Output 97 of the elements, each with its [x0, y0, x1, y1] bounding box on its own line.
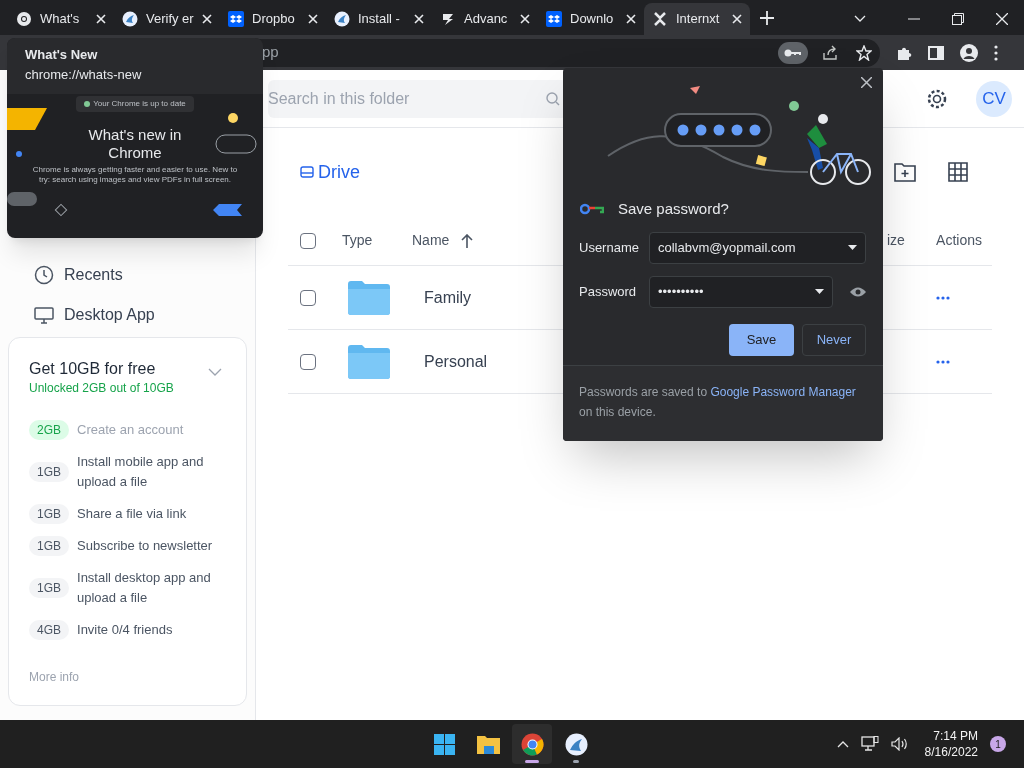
- promo-subtitle: Unlocked 2GB out of 10GB: [29, 380, 174, 396]
- eye-icon[interactable]: [850, 286, 866, 297]
- search-icon: [546, 91, 560, 106]
- network-icon[interactable]: [860, 736, 879, 752]
- restore-icon[interactable]: [952, 13, 964, 25]
- box-icon: [228, 11, 244, 27]
- password-manager-link[interactable]: Google Password Manager: [710, 385, 856, 399]
- x-icon: [652, 11, 668, 27]
- user-avatar[interactable]: CV: [976, 80, 1012, 117]
- size-badge: 1GB: [29, 504, 69, 524]
- password-key-button[interactable]: [778, 41, 808, 64]
- task-label: Invite 0/4 friends: [77, 621, 174, 639]
- breadcrumb[interactable]: Drive: [300, 158, 360, 186]
- username-field[interactable]: collabvm@yopmail.com: [649, 231, 866, 264]
- tab-title: What's: [40, 10, 81, 29]
- folder-icon: [348, 280, 390, 315]
- more-icon[interactable]: [994, 44, 998, 61]
- size-badge: 2GB: [29, 420, 69, 440]
- browser-tab[interactable]: Advanc: [432, 3, 538, 35]
- profile-icon[interactable]: [960, 43, 978, 62]
- notification-badge[interactable]: 1: [990, 736, 1006, 752]
- sidebar-item[interactable]: Desktop App: [0, 295, 255, 335]
- more-icon[interactable]: [936, 295, 950, 300]
- preview-heading: What's new in Chrome: [87, 126, 183, 162]
- column-header: Actions: [936, 231, 982, 250]
- size-badge: 4GB: [29, 620, 69, 640]
- kangaroo-icon: [122, 11, 138, 27]
- tab-title: Internxt: [676, 10, 721, 29]
- close-icon[interactable]: [861, 77, 872, 88]
- password-field[interactable]: ••••••••••: [649, 275, 833, 308]
- kangaroo-icon: [334, 11, 350, 27]
- task-label: Share a file via link: [77, 505, 188, 523]
- tab-title: Advanc: [464, 10, 509, 29]
- key-icon: [580, 203, 604, 216]
- dropdown-arrow-icon: [848, 245, 857, 250]
- column-header[interactable]: Name: [412, 230, 562, 251]
- clock-icon: [34, 265, 54, 285]
- file-name[interactable]: Family: [424, 285, 472, 310]
- grid-icon[interactable]: [948, 162, 968, 182]
- tab-title: Verify er: [146, 10, 194, 29]
- chevron-up-icon[interactable]: [836, 740, 849, 748]
- kangaroo-icon: [563, 731, 589, 757]
- arrow-up-icon: [461, 233, 474, 248]
- windows-icon: [431, 731, 457, 757]
- task-label: Subscribe to newsletter: [77, 537, 214, 555]
- status-chip: Your Chrome is up to date: [76, 96, 194, 112]
- footer-text: Passwords are saved to Google Password Manager on this device.: [579, 384, 857, 421]
- side-panel-icon[interactable]: [928, 44, 944, 61]
- tab-title: Install -: [358, 10, 401, 29]
- url-text: pp: [262, 42, 279, 63]
- browser-tab[interactable]: Dropbo: [220, 3, 326, 35]
- dropdown-arrow-icon: [815, 289, 824, 294]
- task-label: Create an account: [77, 421, 185, 439]
- field-label: Username: [579, 238, 640, 257]
- size-badge: 1GB: [29, 462, 69, 482]
- more-icon[interactable]: [936, 359, 950, 364]
- chrome-icon: [519, 731, 545, 757]
- browser-tab[interactable]: What's: [8, 3, 114, 35]
- size-badge: 1GB: [29, 578, 69, 598]
- settings-icon[interactable]: [926, 87, 948, 110]
- promo-title: Get 10GB for free: [29, 359, 157, 379]
- checkbox[interactable]: [300, 289, 316, 306]
- size-badge: 1GB: [29, 536, 69, 556]
- plus-icon[interactable]: [760, 11, 774, 25]
- key-icon: [784, 47, 802, 58]
- clock[interactable]: 7:14 PM 8/16/2022: [924, 728, 978, 760]
- dialog-title: Save password?: [618, 199, 729, 219]
- tab-title: Downlo: [570, 10, 615, 29]
- star-icon[interactable]: [856, 44, 872, 61]
- taskbar-app[interactable]: [512, 724, 552, 764]
- never-button[interactable]: Never: [802, 323, 866, 356]
- chrome-icon: [16, 11, 32, 27]
- preview-text: Chrome is always getting faster and easier to use. New to try: search using images and view PDFs in full screen.: [31, 165, 239, 185]
- browser-tab[interactable]: Internxt: [644, 3, 750, 35]
- browser-tab[interactable]: Install -: [326, 3, 432, 35]
- save-button[interactable]: Save: [729, 323, 794, 356]
- field-label: Password: [579, 282, 638, 301]
- task-label: Install mobile app and upload a file: [77, 453, 205, 491]
- browser-tab[interactable]: Downlo: [538, 3, 644, 35]
- drive-icon: [300, 165, 314, 179]
- volume-icon[interactable]: [890, 737, 909, 751]
- column-header: ize: [887, 231, 905, 250]
- column-header: Type: [342, 231, 374, 250]
- checkbox[interactable]: [300, 353, 316, 370]
- task-label: Install desktop app and upload a file: [77, 569, 212, 607]
- browser-tab[interactable]: Verify er: [114, 3, 220, 35]
- file-name[interactable]: Personal: [424, 349, 488, 374]
- box-icon: [546, 11, 562, 27]
- sidebar-item[interactable]: Recents: [0, 255, 255, 295]
- share-icon[interactable]: [822, 44, 838, 61]
- tab-title: Dropbo: [252, 10, 296, 29]
- new-folder-icon[interactable]: [894, 162, 916, 182]
- card-url: chrome://whats-new: [25, 66, 143, 84]
- folder-icon: [348, 344, 390, 379]
- card-title: What's New: [25, 46, 99, 64]
- monitor-icon: [34, 305, 54, 325]
- checkbox[interactable]: [300, 232, 316, 249]
